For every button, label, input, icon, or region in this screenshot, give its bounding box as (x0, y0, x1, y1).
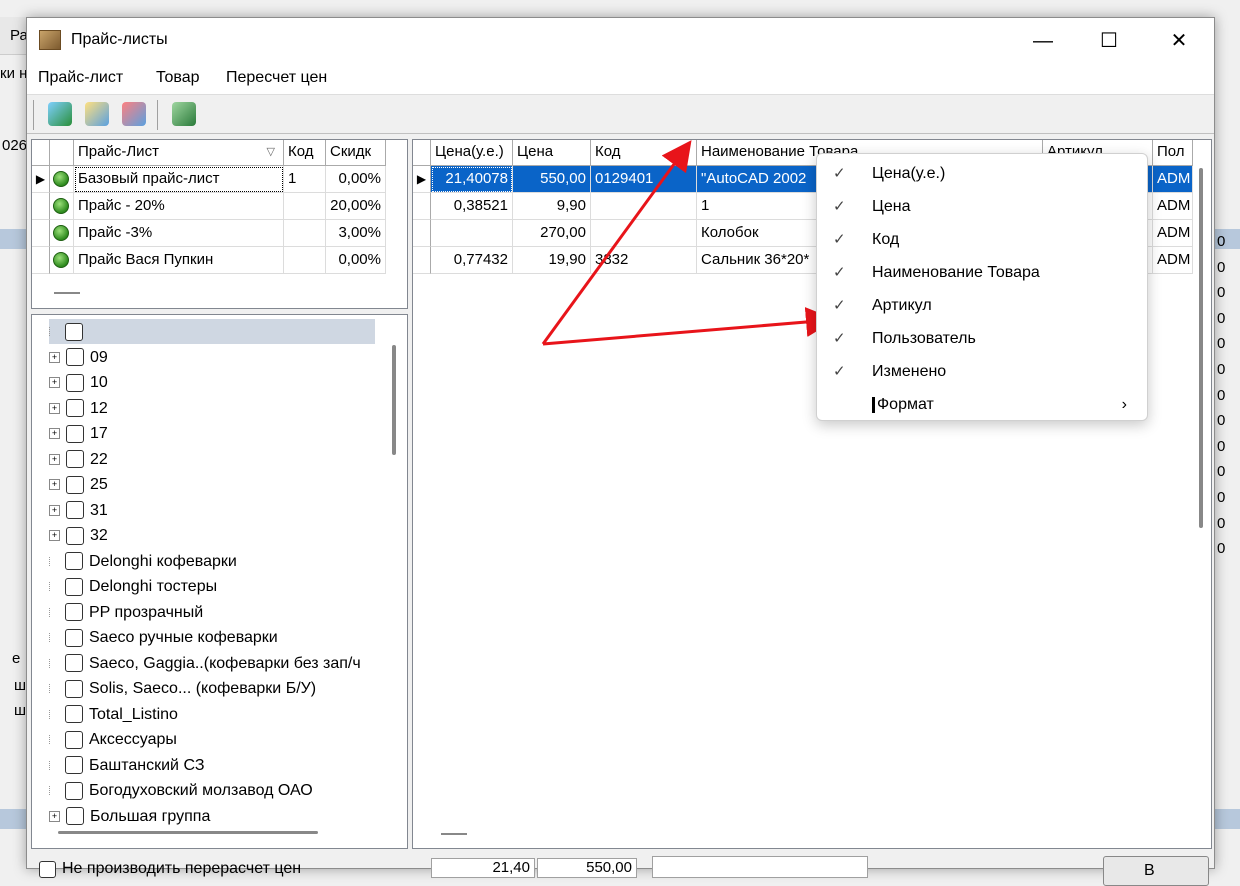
check-icon: ✓ (833, 330, 846, 347)
check-icon: ✓ (833, 264, 846, 281)
ctx-item-label: Пользователь (872, 330, 976, 347)
annotation-arrows (541, 140, 836, 346)
ctx-item-label: Формат (877, 396, 934, 413)
ctx-item-column[interactable]: ✓ Артикул (817, 289, 1147, 322)
ctx-item-column[interactable]: ✓ Пользователь (817, 322, 1147, 355)
check-icon: ✓ (833, 231, 846, 248)
check-icon: ✓ (833, 363, 846, 380)
ctx-item-label: Цена (872, 198, 911, 215)
check-icon: ✓ (833, 165, 846, 182)
arrow-to-menu (542, 307, 836, 346)
arrow-to-header (541, 140, 692, 345)
ctx-item-label: Наименование Товара (872, 264, 1040, 281)
ctx-item-format[interactable]: Формат › (817, 388, 1147, 421)
ctx-item-column[interactable]: ✓ Цена(у.е.) (817, 157, 1147, 190)
ctx-item-label: Артикул (872, 297, 932, 314)
column-context-menu: ✓ Цена(у.е.) ✓ Цена ✓ Код ✓ Наименование Товара… (816, 153, 1148, 421)
text-cursor-icon (872, 397, 875, 413)
chevron-right-icon: › (1121, 396, 1127, 413)
ctx-item-label: Цена(у.е.) (872, 165, 946, 182)
ctx-item-column[interactable]: ✓ Цена (817, 190, 1147, 223)
ctx-item-label: Код (872, 231, 900, 248)
ctx-item-column[interactable]: ✓ Изменено (817, 355, 1147, 388)
check-icon: ✓ (833, 198, 846, 215)
ctx-item-column[interactable]: ✓ Код (817, 223, 1147, 256)
ctx-item-label: Изменено (872, 363, 947, 380)
check-icon: ✓ (833, 297, 846, 314)
ctx-item-column[interactable]: ✓ Наименование Товара (817, 256, 1147, 289)
